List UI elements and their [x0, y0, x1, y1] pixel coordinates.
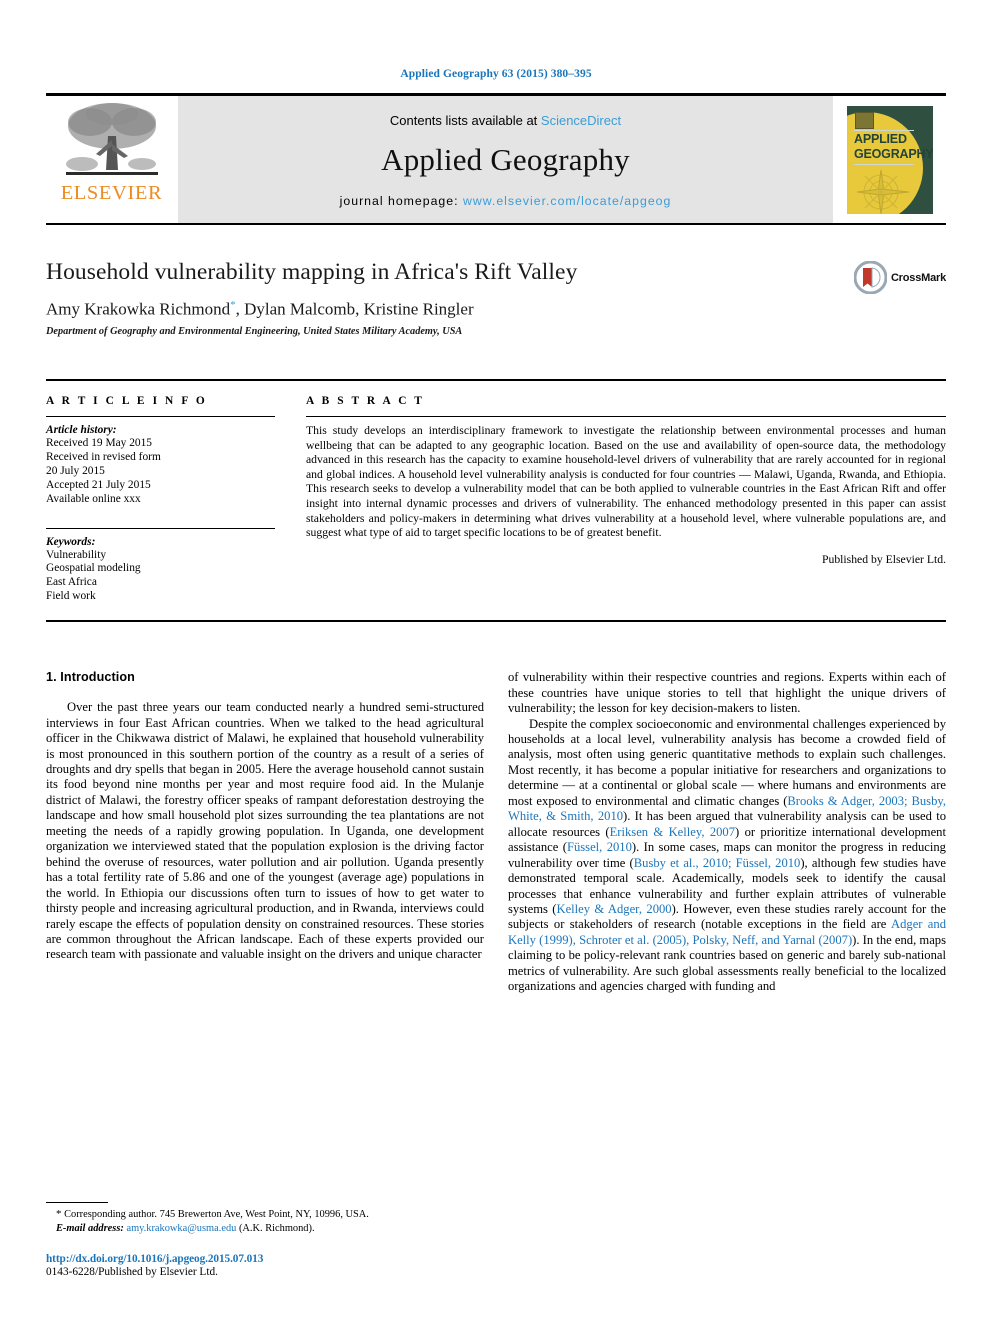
citation-link[interactable]: Füssel, 2010	[567, 840, 632, 854]
cover-title-text: APPLIED GEOGRAPHY	[854, 132, 933, 162]
history-item: Received in revised form	[46, 450, 161, 463]
paper-title: Household vulnerability mapping in Afric…	[46, 259, 578, 285]
abstract-text: This study develops an interdisciplinary…	[306, 424, 946, 540]
compass-rose-icon	[856, 169, 910, 214]
journal-title: Applied Geography	[381, 142, 630, 177]
cover-title-line2: GEOGRAPHY	[854, 146, 933, 161]
keyword-item: Field work	[46, 590, 96, 603]
author-corresponding: Amy Krakowka Richmond	[46, 299, 231, 319]
elsevier-logo: ELSEVIER	[46, 96, 177, 223]
elsevier-wordmark: ELSEVIER	[60, 182, 163, 204]
abstract-column: A B S T R A C T This study develops an i…	[306, 395, 946, 604]
article-info-heading: A R T I C L E I N F O	[46, 395, 208, 407]
paragraph-continuation: of vulnerability within their respective…	[508, 670, 946, 716]
history-item: Received 19 May 2015	[46, 437, 152, 449]
info-divider-keywords	[46, 527, 275, 529]
history-item: Accepted 21 July 2015	[46, 478, 151, 491]
cover-rule-top	[854, 129, 914, 131]
corresponding-author-note: * Corresponding author. 745 Brewerton Av…	[46, 1208, 484, 1222]
keywords-label: Keywords:	[46, 535, 96, 548]
email-note: E-mail address: amy.krakowka@usma.edu (A…	[46, 1222, 484, 1236]
journal-masthead: ELSEVIER Contents lists available at Sci…	[46, 93, 946, 225]
cover-image: APPLIED GEOGRAPHY	[847, 105, 933, 214]
abstract-divider	[306, 416, 946, 417]
journal-cover-thumbnail: APPLIED GEOGRAPHY	[833, 96, 946, 223]
email-suffix: (A.K. Richmond).	[236, 1222, 315, 1234]
paragraph-with-citations: Despite the complex socioeconomic and en…	[508, 717, 946, 995]
body-columns: 1. Introduction Over the past three year…	[46, 670, 946, 995]
cover-rule-bottom	[854, 163, 914, 165]
citation-link[interactable]: Kelley & Adger, 2000	[556, 902, 671, 916]
cover-title-line1: APPLIED	[854, 131, 907, 146]
abstract-section-bottom-rule	[46, 620, 946, 623]
elsevier-tree-icon	[65, 103, 158, 175]
email-address-label: E-mail address:	[56, 1222, 124, 1234]
homepage-prefix: journal homepage:	[339, 194, 463, 208]
abstract-heading: A B S T R A C T	[306, 395, 425, 407]
article-info-column: A R T I C L E I N F O Article history: R…	[46, 395, 275, 604]
crossmark-label: CrossMark	[890, 271, 946, 284]
running-head: Applied Geography 63 (2015) 380–395	[400, 68, 592, 80]
masthead-center: Contents lists available at ScienceDirec…	[177, 96, 833, 223]
body-column-right: of vulnerability within their respective…	[508, 670, 946, 995]
title-block: Household vulnerability mapping in Afric…	[46, 259, 946, 351]
keyword-item: East Africa	[46, 576, 97, 589]
doi-link[interactable]: http://dx.doi.org/10.1016/j.apgeog.2015.…	[46, 1253, 484, 1265]
article-page: Applied Geography 63 (2015) 380–395 ELSE…	[0, 0, 992, 1323]
crossmark-icon	[853, 261, 887, 294]
corresponding-author-text: Corresponding author. 745 Brewerton Ave,…	[61, 1209, 369, 1220]
sciencedirect-link[interactable]: ScienceDirect	[541, 113, 621, 128]
history-item: 20 July 2015	[46, 464, 105, 477]
crossmark-badge[interactable]: CrossMark	[853, 261, 946, 294]
author-list: Amy Krakowka Richmond*, Dylan Malcomb, K…	[46, 299, 946, 320]
article-history-label: Article history:	[46, 424, 117, 436]
authors-remaining: , Dylan Malcomb, Kristine Ringler	[235, 299, 474, 319]
section-heading-introduction: 1. Introduction	[46, 670, 135, 685]
footnote-rule	[46, 1202, 108, 1203]
cover-stamp-icon	[855, 111, 874, 129]
affiliation: Department of Geography and Environmenta…	[46, 325, 463, 337]
published-by: Published by Elsevier Ltd.	[821, 552, 946, 566]
issn-line: 0143-6228/Published by Elsevier Ltd.	[46, 1266, 218, 1278]
history-item: Available online xxx	[46, 492, 141, 505]
doi-block: http://dx.doi.org/10.1016/j.apgeog.2015.…	[46, 1253, 484, 1278]
keywords-block: Keywords: Vulnerability Geospatial model…	[46, 527, 275, 605]
email-link[interactable]: amy.krakowka@usma.edu	[126, 1223, 236, 1234]
body-column-left: 1. Introduction Over the past three year…	[46, 670, 484, 995]
info-divider-top	[46, 416, 275, 417]
contents-list-line: Contents lists available at ScienceDirec…	[390, 113, 621, 128]
info-abstract-section: A R T I C L E I N F O Article history: R…	[46, 379, 946, 604]
contents-prefix: Contents lists available at	[389, 113, 541, 128]
footnote-area: * Corresponding author. 745 Brewerton Av…	[46, 1202, 484, 1278]
citation-link[interactable]: Eriksen & Kelley, 2007	[610, 825, 735, 839]
keyword-item: Vulnerability	[46, 548, 107, 561]
journal-homepage-line: journal homepage: www.elsevier.com/locat…	[340, 194, 672, 208]
homepage-link[interactable]: www.elsevier.com/locate/apgeog	[463, 194, 671, 208]
citation-link[interactable]: Busby et al., 2010; Füssel, 2010	[634, 856, 801, 870]
paragraph: Over the past three years our team condu…	[46, 700, 484, 962]
keyword-item: Geospatial modeling	[46, 562, 141, 575]
